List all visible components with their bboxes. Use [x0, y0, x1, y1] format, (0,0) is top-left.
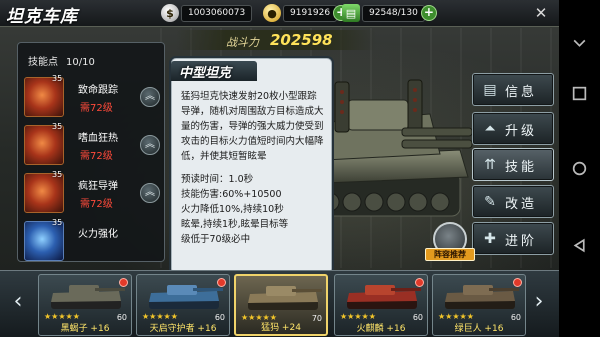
crazy-missile-icon	[24, 173, 64, 213]
skill-points: 技能点 10/10	[28, 53, 95, 68]
skill-description-popup: 猛犸坦克快速发射20枚小型跟踪导弹，随机对周围敌方目标造成大量的伤害，导弹的强大…	[171, 58, 332, 274]
menu-label: 升级	[505, 124, 538, 139]
tank-class-tab: 中型坦克	[171, 61, 257, 81]
star-rating: ★★★★★	[44, 312, 80, 321]
skill-stat-line: 技能伤害:60%+10500	[181, 189, 282, 200]
tank-thumbnail	[248, 286, 322, 310]
gold-value: 9191926	[283, 4, 338, 22]
tank-card[interactable]: ★★★★★ 60 黑蝎子 +16	[38, 274, 132, 336]
top-bar: 坦克车库 $ 1003060073 ● 9191926 + ▤ 92548/13…	[0, 0, 559, 27]
silver-coin-icon: $	[161, 4, 179, 22]
tank-class-title: 中型坦克	[179, 66, 232, 81]
skill-name: 致命跟踪	[78, 85, 118, 96]
skill-item-firepower[interactable]: 35 火力强化	[22, 218, 162, 261]
combat-power-label: 战斗力	[226, 36, 259, 49]
skill-points-value: 10/10	[66, 57, 95, 68]
combat-power-value: 202598	[270, 31, 333, 49]
firepower-boost-icon	[24, 221, 64, 261]
skill-icon: ⇈	[484, 157, 496, 173]
modify-icon: ✎	[484, 194, 496, 210]
game-screen: 坦克车库 $ 1003060073 ● 9191926 + ▤ 92548/13…	[0, 0, 559, 337]
star-rating: ★★★★★	[340, 312, 376, 321]
menu-label: 改造	[505, 197, 538, 212]
tank-name: 黑蝎子 +16	[60, 324, 110, 334]
nav-back-icon[interactable]	[571, 237, 588, 254]
notification-dot	[513, 278, 522, 287]
tank-name: 天启守护者 +16	[149, 324, 217, 334]
info-icon: ▤	[483, 82, 497, 98]
skill-points-label: 技能点	[28, 57, 58, 68]
skill-stats: 预读时间：1.0秒 技能伤害:60%+10500 火力降低10%,持续10秒 眩…	[181, 172, 326, 247]
skill-upgrade-button[interactable]: ︽	[140, 135, 160, 155]
tank-name: 绿巨人 +16	[454, 324, 504, 334]
notification-dot	[415, 278, 424, 287]
skill-requirement: 需72级	[80, 151, 113, 162]
homing-missile-icon	[24, 77, 64, 117]
skill-stat-line: 级低于70级必中	[181, 234, 251, 245]
menu-label: 技能	[505, 160, 538, 175]
star-rating: ★★★★★	[142, 312, 178, 321]
capacity-resource: ▤ 92548/130 +	[342, 3, 437, 23]
android-nav-bar	[559, 0, 600, 337]
carousel-next-arrow[interactable]: ›	[531, 286, 547, 320]
skill-name: 疯狂导弹	[78, 181, 118, 192]
garage-capacity-icon: ▤	[342, 4, 360, 22]
notification-dot	[217, 278, 226, 287]
gold-coin-icon: ●	[263, 4, 281, 22]
skill-item-crazy-missile[interactable]: 35 疯狂导弹 需72级 ︽	[22, 170, 162, 215]
skill-name: 嗜血狂热	[78, 133, 118, 144]
skill-panel: 技能点 10/10 35 致命跟踪 需72级 ︽ 35 嗜血狂热 需72级 ︽ 3…	[17, 42, 165, 262]
skill-level: 35	[52, 122, 63, 131]
tank-name: 火麒麟 +16	[356, 324, 406, 334]
menu-label: 信息	[505, 85, 538, 100]
skill-stat-line: 预读时间：1.0秒	[181, 174, 254, 185]
skill-item-homing[interactable]: 35 致命跟踪 需72级 ︽	[22, 74, 162, 119]
skill-item-frenzy[interactable]: 35 嗜血狂热 需72级 ︽	[22, 122, 162, 167]
page-title: 坦克车库	[6, 7, 78, 27]
silver-value: 1003060073	[181, 4, 253, 22]
skill-level: 35	[52, 170, 63, 179]
tank-name: 猛犸 +24	[261, 323, 301, 333]
advance-icon: ✚	[484, 231, 496, 247]
menu-upgrade-button[interactable]: ⏶ 升级	[472, 112, 554, 145]
tank-thumbnail	[149, 285, 223, 309]
tank-thumbnail	[347, 285, 421, 309]
notification-dot	[119, 278, 128, 287]
skill-requirement: 需72级	[80, 103, 113, 114]
combat-power-bar: 战斗力 202598	[176, 30, 376, 50]
skill-description: 猛犸坦克快速发射20枚小型跟踪导弹，随机对周围敌方目标造成大量的伤害，导弹的强大…	[181, 91, 324, 162]
nav-home-icon[interactable]	[571, 160, 588, 177]
skill-requirement: 需72级	[80, 199, 113, 210]
capacity-value: 92548/130	[362, 4, 425, 22]
add-capacity-button[interactable]: +	[420, 5, 437, 21]
silver-resource: $ 1003060073	[161, 3, 253, 23]
tank-thumbnail	[445, 285, 519, 309]
skill-level: 35	[52, 218, 63, 227]
nav-dropdown-icon[interactable]	[571, 34, 588, 51]
skill-stat-line: 火力降低10%,持续10秒	[181, 204, 284, 215]
tank-card[interactable]: ★★★★★ 60 火麒麟 +16	[334, 274, 428, 336]
star-rating: ★★★★★	[438, 312, 474, 321]
tank-card[interactable]: ★★★★★ 60 天启守护者 +16	[136, 274, 230, 336]
skill-upgrade-button[interactable]: ︽	[140, 87, 160, 107]
skill-upgrade-button[interactable]: ︽	[140, 183, 160, 203]
upgrade-icon: ⏶	[484, 121, 496, 137]
tank-card[interactable]: ★★★★★ 60 绿巨人 +16	[432, 274, 526, 336]
close-wrench-icon[interactable]: ✕	[530, 4, 552, 22]
skill-name: 火力强化	[78, 229, 118, 240]
blood-frenzy-icon	[24, 125, 64, 165]
menu-skill-button[interactable]: ⇈ 技能	[472, 148, 554, 181]
nav-recents-icon[interactable]	[571, 85, 588, 102]
menu-info-button[interactable]: ▤ 信息	[472, 73, 554, 106]
tank-card-selected[interactable]: ★★★★★ 70 猛犸 +24	[234, 274, 328, 336]
menu-modify-button[interactable]: ✎ 改造	[472, 185, 554, 218]
tank-thumbnail	[51, 285, 125, 309]
gold-resource: ● 9191926 +	[263, 3, 350, 23]
lineup-recommend-label: 阵容推荐	[425, 248, 475, 261]
skill-level: 35	[52, 74, 63, 83]
menu-label: 进阶	[505, 234, 538, 249]
skill-stat-line: 眩晕,持续1秒,眩晕目标等	[181, 219, 289, 230]
menu-advance-button[interactable]: ✚ 进阶	[472, 222, 554, 255]
carousel-prev-arrow[interactable]: ‹	[10, 286, 26, 320]
